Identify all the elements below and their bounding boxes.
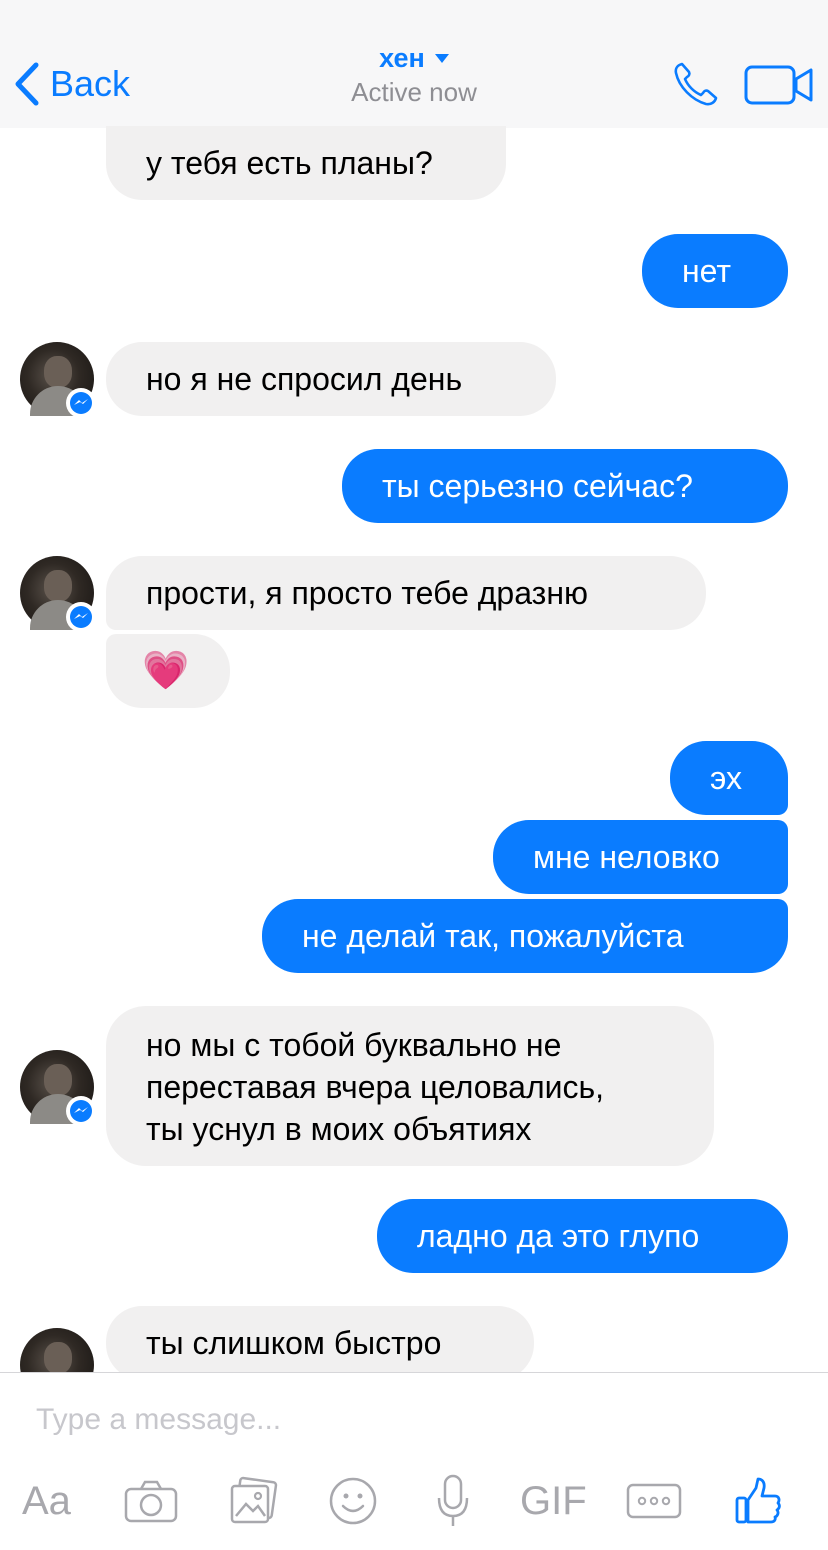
voice-call-button[interactable] (672, 60, 720, 113)
messenger-badge-icon (66, 1096, 96, 1126)
emoji-button[interactable] (328, 1473, 378, 1529)
message-bubble-outgoing[interactable]: мне неловко (493, 820, 788, 894)
messenger-chat-screen: Back хен Active now у тебя есть планы? н… (0, 0, 828, 1550)
message-text-line: переставая вчера целовались, (146, 1069, 605, 1105)
voice-message-button[interactable] (436, 1473, 470, 1529)
avatar[interactable] (20, 342, 96, 418)
phone-icon (674, 62, 718, 106)
contact-name-button[interactable]: хен (379, 40, 449, 76)
caret-down-icon (434, 53, 449, 63)
avatar-face (44, 1342, 72, 1374)
avatar-face (44, 356, 72, 388)
message-bubble-incoming[interactable]: у тебя есть планы? (106, 126, 506, 200)
message-bubble-outgoing[interactable]: не делай так, пожалуйста (262, 899, 788, 973)
message-bubble-incoming[interactable]: ты слишком быстро (106, 1306, 534, 1380)
video-call-button[interactable] (744, 64, 814, 111)
message-bubble-outgoing[interactable]: ладно да это глупо (377, 1199, 788, 1273)
avatar[interactable] (20, 556, 96, 632)
like-button[interactable] (734, 1473, 782, 1529)
message-composer: Aa (0, 1373, 828, 1550)
gif-label: GIF (520, 1478, 587, 1523)
thumbs-up-icon (735, 1477, 781, 1524)
microphone-icon (437, 1474, 469, 1526)
message-text-line: но мы с тобой буквально не (146, 1027, 562, 1063)
message-text: нет (682, 253, 732, 289)
chat-header: Back хен Active now (0, 0, 828, 128)
message-text-line: ты уснул в моих объятиях (146, 1111, 532, 1147)
camera-button[interactable] (124, 1473, 178, 1529)
messenger-badge-icon (66, 388, 96, 418)
avatar-face (44, 1064, 72, 1096)
contact-name: хен (379, 43, 425, 73)
message-text: но я не спросил день (146, 361, 463, 397)
text-format-button[interactable]: Aa (22, 1473, 71, 1529)
message-bubble-outgoing[interactable]: ты серьезно сейчас? (342, 449, 788, 523)
gif-button[interactable]: GIF (520, 1473, 587, 1529)
message-text: прости, я просто тебе дразню (146, 575, 588, 611)
photo-gallery-button[interactable] (228, 1473, 278, 1529)
text-format-label: Aa (22, 1478, 71, 1523)
camera-icon (124, 1480, 178, 1523)
message-text: у тебя есть планы? (146, 145, 433, 181)
message-input[interactable] (36, 1395, 776, 1445)
messenger-badge-icon (66, 602, 96, 632)
message-bubble-incoming[interactable]: прости, я просто тебе дразню (106, 556, 706, 630)
emoji-icon (329, 1477, 377, 1525)
photo-gallery-icon (230, 1476, 278, 1524)
message-text: ты серьезно сейчас? (382, 468, 693, 504)
message-bubble-outgoing[interactable]: нет (642, 234, 788, 308)
message-bubble-outgoing[interactable]: эх (670, 741, 788, 815)
message-bubble-incoming[interactable]: но мы с тобой буквально не переставая вч… (106, 1006, 714, 1166)
message-text: мне неловко (533, 839, 720, 875)
message-bubble-incoming[interactable]: но я не спросил день (106, 342, 556, 416)
more-button[interactable] (626, 1473, 682, 1529)
more-icon (626, 1483, 682, 1519)
message-bubble-incoming[interactable]: 💗 (106, 634, 230, 708)
heart-emoji: 💗 (142, 650, 190, 692)
avatar[interactable] (20, 1050, 96, 1126)
message-text: не делай так, пожалуйста (302, 918, 684, 954)
message-text: эх (710, 760, 742, 796)
avatar-face (44, 570, 72, 602)
message-text: ты слишком быстро (146, 1325, 442, 1361)
message-text: ладно да это глупо (417, 1218, 700, 1254)
video-camera-icon (744, 65, 813, 105)
